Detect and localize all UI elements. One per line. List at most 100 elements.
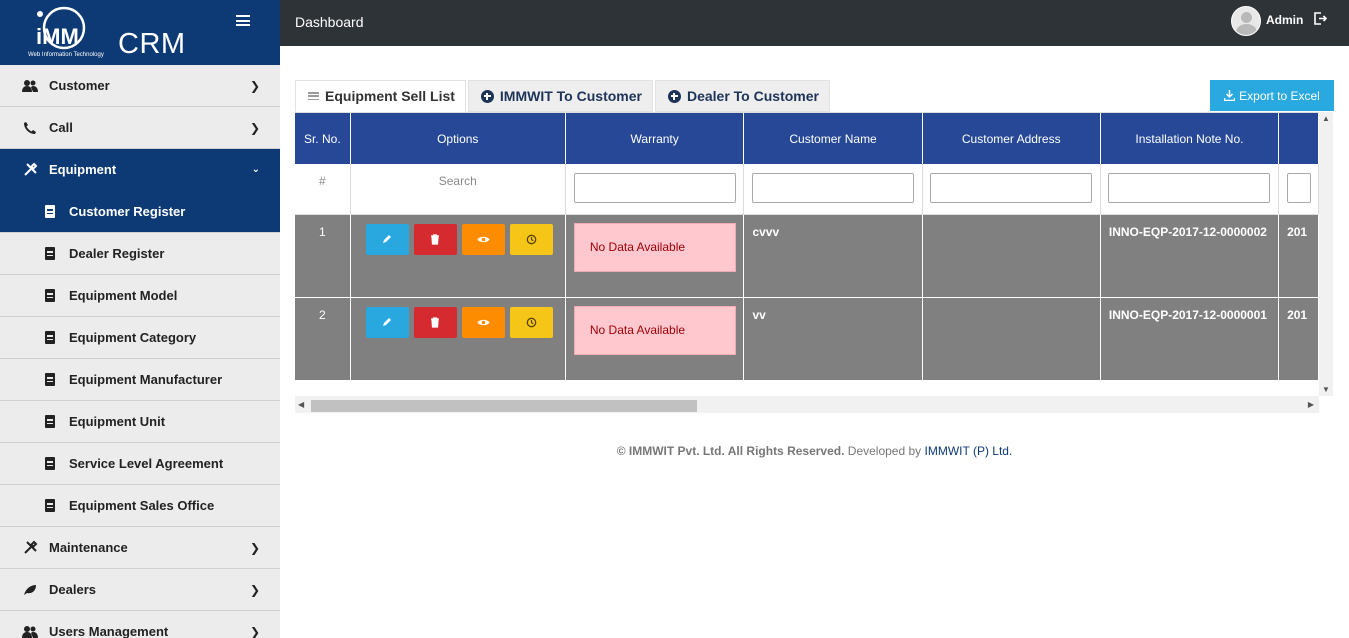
- sidebar-subitem-customer-register[interactable]: Customer Register: [0, 191, 280, 233]
- history-button[interactable]: [509, 223, 553, 255]
- sidebar-item-customer[interactable]: Customer ❯: [0, 65, 280, 107]
- column-header-customer-name[interactable]: Customer Name: [743, 113, 923, 164]
- cell-clipped: 201: [1278, 214, 1319, 298]
- warranty-status: No Data Available: [573, 305, 736, 355]
- date-picker-icon[interactable]: [1287, 173, 1312, 203]
- svg-text:iMM: iMM: [36, 24, 79, 49]
- column-header-clipped[interactable]: [1278, 113, 1319, 164]
- view-button[interactable]: [461, 306, 505, 338]
- sidebar-item-maintenance[interactable]: Maintenance ❯: [0, 527, 280, 569]
- table-header-row: Sr. No. Options Warranty Customer Name C…: [295, 113, 1319, 164]
- customer-address-filter-input[interactable]: [930, 173, 1093, 203]
- sidebar-subitem-equipment-sales-office[interactable]: Equipment Sales Office: [0, 485, 280, 527]
- history-button[interactable]: [509, 306, 553, 338]
- sidebar-subitem-label: Equipment Sales Office: [69, 498, 215, 513]
- document-icon: [44, 456, 56, 472]
- document-icon: [44, 246, 56, 262]
- user-name[interactable]: Admin: [1266, 13, 1303, 27]
- sidebar-item-dealers[interactable]: Dealers ❯: [0, 569, 280, 611]
- scroll-up-icon[interactable]: ▲: [1322, 114, 1330, 123]
- export-label: Export to Excel: [1239, 88, 1320, 103]
- sidebar-item-call[interactable]: Call ❯: [0, 107, 280, 149]
- table-row: 1 No Data Available cvvv INNO-EQP-2017-1…: [295, 214, 1319, 298]
- pencil-icon: [383, 235, 392, 243]
- chevron-right-icon: ❯: [249, 120, 260, 135]
- cell-warranty: No Data Available: [565, 214, 745, 298]
- users-icon: [22, 624, 38, 638]
- copyright-text: © IMMWIT Pvt. Ltd. All Rights Reserved.: [616, 444, 845, 458]
- sidebar-subitem-dealer-register[interactable]: Dealer Register: [0, 233, 280, 275]
- scroll-right-icon[interactable]: ▶: [1308, 400, 1314, 409]
- installation-note-filter-input[interactable]: [1108, 173, 1271, 203]
- sidebar-item-users-management[interactable]: Users Management ❯: [0, 611, 280, 638]
- warranty-status: No Data Available: [573, 222, 736, 272]
- column-header-sr-no[interactable]: Sr. No.: [295, 113, 351, 164]
- cell-customer-address: [922, 297, 1101, 381]
- logout-icon[interactable]: [1314, 12, 1327, 25]
- column-header-installation-note[interactable]: Installation Note No.: [1100, 113, 1280, 164]
- vertical-scrollbar[interactable]: ▲ ▼: [1319, 112, 1333, 396]
- tools-icon: [22, 162, 38, 178]
- warranty-filter-input[interactable]: [573, 173, 736, 203]
- sidebar-subitem-label: Service Level Agreement: [69, 456, 224, 471]
- sidebar-subitem-label: Equipment Model: [69, 288, 178, 303]
- trash-icon: [431, 233, 440, 245]
- sidebar: iMM Web Information Technology CRM Custo…: [0, 0, 280, 638]
- column-header-options[interactable]: Options: [350, 113, 566, 164]
- cell-customer-name: vv: [743, 297, 923, 381]
- pencil-icon: [383, 318, 392, 326]
- company-logo[interactable]: iMM Web Information Technology: [26, 6, 106, 58]
- tab-equipment-sell-list[interactable]: Equipment Sell List: [295, 80, 466, 112]
- view-button[interactable]: [461, 223, 505, 255]
- customer-name-filter-input[interactable]: [752, 173, 915, 203]
- cell-customer-name: cvvv: [743, 214, 923, 298]
- sidebar-subitem-label: Customer Register: [69, 204, 186, 219]
- cell-clipped: 201: [1278, 297, 1319, 381]
- svg-text:Web Information Technology: Web Information Technology: [28, 52, 104, 58]
- delete-button[interactable]: [413, 306, 457, 338]
- sidebar-subitem-label: Equipment Unit: [69, 414, 166, 429]
- sidebar-subitem-equipment-category[interactable]: Equipment Category: [0, 317, 280, 359]
- scroll-left-icon[interactable]: ◀: [298, 400, 304, 409]
- avatar[interactable]: [1231, 6, 1261, 36]
- edit-button[interactable]: [365, 223, 409, 255]
- plus-circle-icon: [480, 89, 494, 103]
- horizontal-scrollbar[interactable]: ◀ ▶: [295, 396, 1319, 413]
- sidebar-item-label: Customer: [49, 78, 110, 93]
- sidebar-subitem-service-level-agreement[interactable]: Service Level Agreement: [0, 443, 280, 485]
- document-icon: [44, 330, 56, 346]
- trash-icon: [431, 316, 440, 328]
- cell-options: [350, 214, 566, 298]
- eye-icon: [477, 236, 490, 242]
- tab-bar: Equipment Sell List IMMWIT To Customer D…: [295, 80, 832, 112]
- menu-toggle-icon[interactable]: [236, 15, 250, 26]
- sidebar-subitem-equipment-unit[interactable]: Equipment Unit: [0, 401, 280, 443]
- sidebar-item-label: Dealers: [49, 582, 96, 597]
- filter-row: # Search: [295, 164, 1319, 215]
- sidebar-item-equipment[interactable]: Equipment ⌄: [0, 149, 280, 191]
- edit-button[interactable]: [365, 306, 409, 338]
- chevron-right-icon: ❯: [249, 582, 260, 597]
- tab-immwit-to-customer[interactable]: IMMWIT To Customer: [467, 80, 653, 112]
- sidebar-subitem-equipment-model[interactable]: Equipment Model: [0, 275, 280, 317]
- document-icon: [44, 498, 56, 514]
- table-row: 2 No Data Available vv INNO-EQP-2017-12-…: [295, 297, 1319, 381]
- delete-button[interactable]: [413, 223, 457, 255]
- cell-customer-address: [922, 214, 1101, 298]
- scroll-down-icon[interactable]: ▼: [1322, 385, 1330, 394]
- main-content: Equipment Sell List IMMWIT To Customer D…: [280, 46, 1349, 638]
- scrollbar-thumb[interactable]: [311, 400, 697, 412]
- column-header-warranty[interactable]: Warranty: [565, 113, 745, 164]
- page-title: Dashboard: [295, 14, 364, 30]
- history-icon: [526, 234, 536, 244]
- sidebar-subitem-label: Equipment Manufacturer: [69, 372, 223, 387]
- column-header-customer-address[interactable]: Customer Address: [922, 113, 1101, 164]
- sidebar-subitem-equipment-manufacturer[interactable]: Equipment Manufacturer: [0, 359, 280, 401]
- eye-icon: [477, 319, 490, 325]
- document-icon: [44, 372, 56, 388]
- chevron-down-icon: ⌄: [251, 164, 260, 175]
- tab-dealer-to-customer[interactable]: Dealer To Customer: [654, 80, 830, 112]
- developer-link[interactable]: IMMWIT (P) Ltd.: [925, 444, 1013, 458]
- sidebar-subitem-label: Dealer Register: [69, 246, 165, 261]
- export-to-excel-button[interactable]: Export to Excel: [1210, 80, 1334, 111]
